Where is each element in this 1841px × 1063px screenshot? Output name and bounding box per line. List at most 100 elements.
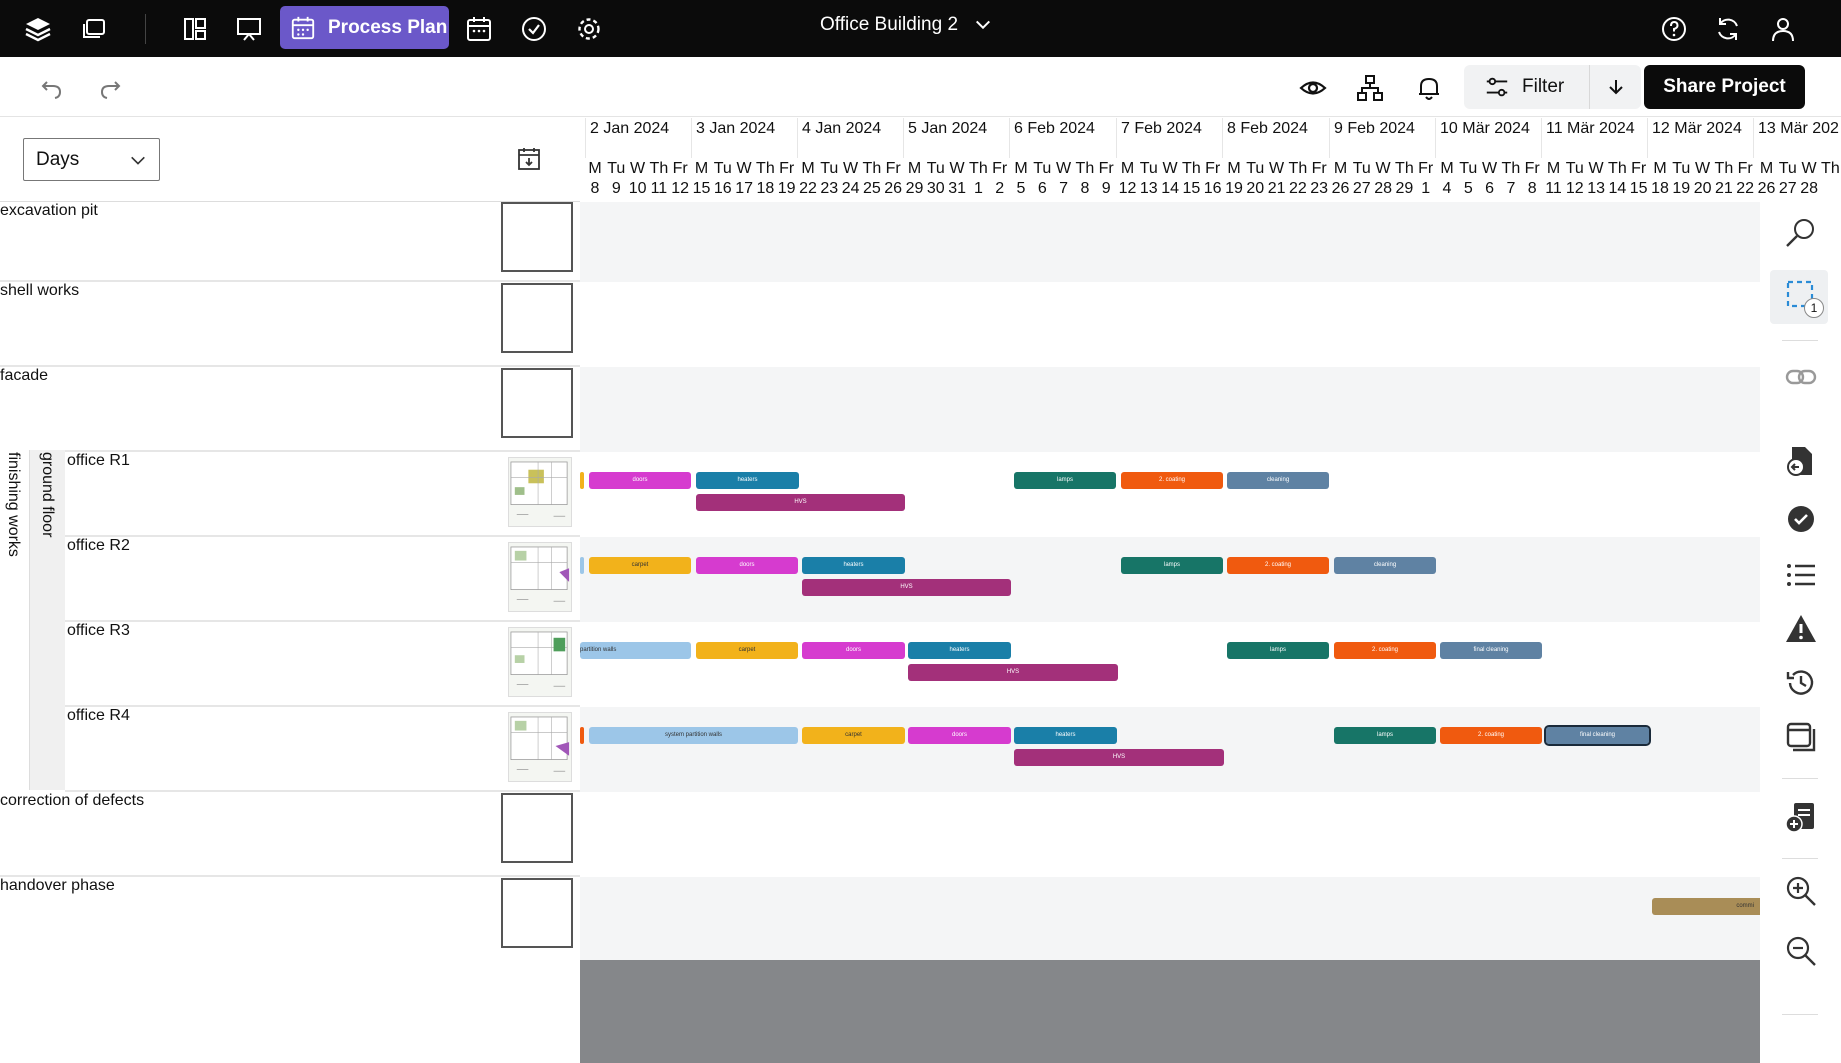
project-selector[interactable]: Office Building 2 bbox=[820, 14, 992, 36]
row-office-r4[interactable]: office R4 bbox=[65, 707, 580, 792]
hierarchy-icon[interactable] bbox=[1354, 72, 1386, 104]
schedule-calendar-icon[interactable] bbox=[460, 10, 498, 48]
row-correction-of-defects[interactable]: correction of defects bbox=[0, 792, 580, 877]
add-task-icon[interactable] bbox=[1782, 798, 1820, 836]
task-bar-system-partition-walls[interactable]: system partition walls bbox=[589, 727, 798, 744]
layers-logo-icon[interactable] bbox=[19, 10, 57, 48]
task-bar-prev-r4[interactable] bbox=[580, 727, 584, 744]
row-office-r2[interactable]: office R2 bbox=[65, 537, 580, 622]
row-office-r1[interactable]: office R1 bbox=[65, 452, 580, 537]
arrow-down-icon bbox=[1608, 80, 1623, 95]
floor-plan-thumbnail[interactable] bbox=[508, 627, 572, 697]
task-bar-heaters[interactable]: heaters bbox=[908, 642, 1011, 659]
timeline-day-number: 21 bbox=[1267, 180, 1286, 197]
row-thumbnail[interactable] bbox=[501, 368, 573, 438]
task-bar-cleaning[interactable]: cleaning bbox=[1227, 472, 1329, 489]
task-bar-commissioning[interactable]: commi bbox=[1652, 898, 1760, 915]
group-finishing-works[interactable]: finishing works bbox=[0, 450, 30, 790]
task-bar-heaters[interactable]: heaters bbox=[802, 557, 905, 574]
task-bar-heaters[interactable]: heaters bbox=[1014, 727, 1117, 744]
check-circle-icon[interactable] bbox=[515, 10, 553, 48]
floor-plan-thumbnail[interactable] bbox=[508, 457, 572, 527]
zoom-in-icon[interactable] bbox=[1782, 872, 1820, 910]
timeline-date-divider bbox=[1009, 118, 1010, 158]
time-scale-select[interactable]: Days bbox=[23, 138, 160, 181]
task-bar-coating[interactable]: 2. coating bbox=[1121, 472, 1223, 489]
bell-icon[interactable] bbox=[1413, 72, 1445, 104]
sync-icon[interactable] bbox=[1709, 10, 1747, 48]
help-icon[interactable] bbox=[1655, 10, 1693, 48]
gear-icon[interactable] bbox=[570, 10, 608, 48]
undo-icon[interactable] bbox=[36, 72, 68, 104]
gantt-canvas[interactable]: doors heaters HVS lamps 2. coating clean… bbox=[580, 202, 1760, 962]
task-bar-hvs[interactable]: HVS bbox=[802, 579, 1011, 596]
row-label: excavation pit bbox=[0, 202, 98, 219]
task-bar-doors[interactable]: doors bbox=[696, 557, 798, 574]
dashboard-layout-icon[interactable] bbox=[176, 10, 214, 48]
task-bar-final-cleaning-selected[interactable]: final cleaning bbox=[1544, 725, 1651, 746]
user-icon[interactable] bbox=[1764, 10, 1802, 48]
floor-plan-image bbox=[510, 716, 570, 772]
row-handover-phase[interactable]: handover phase bbox=[0, 877, 580, 962]
presentation-icon[interactable] bbox=[230, 10, 268, 48]
link-icon[interactable] bbox=[1782, 358, 1820, 396]
group-ground-floor[interactable]: ground floor bbox=[30, 450, 65, 790]
task-bar-partition-walls[interactable]: partition walls bbox=[580, 642, 691, 659]
task-bar-hvs[interactable]: HVS bbox=[908, 664, 1118, 681]
row-office-r3[interactable]: office R3 bbox=[65, 622, 580, 707]
task-bar-doors[interactable]: doors bbox=[589, 472, 691, 489]
task-bar-carpet[interactable]: carpet bbox=[589, 557, 691, 574]
filter-dropdown-button[interactable] bbox=[1589, 65, 1641, 109]
task-bar-coating[interactable]: 2. coating bbox=[1440, 727, 1542, 744]
task-bar-lamps[interactable]: lamps bbox=[1121, 557, 1223, 574]
process-plan-tab[interactable]: Process Plan bbox=[280, 6, 449, 49]
row-thumbnail[interactable] bbox=[501, 283, 573, 353]
task-bar-lamps[interactable]: lamps bbox=[1334, 727, 1436, 744]
jump-to-today-icon[interactable] bbox=[516, 146, 542, 172]
task-bar-cleaning[interactable]: cleaning bbox=[1334, 557, 1436, 574]
row-thumbnail[interactable] bbox=[501, 202, 573, 272]
row-shell-works[interactable]: shell works bbox=[0, 282, 580, 367]
history-icon[interactable] bbox=[1782, 664, 1820, 702]
document-import-icon[interactable] bbox=[1782, 442, 1820, 480]
timeline-date-label: 6 Feb 2024 bbox=[1014, 120, 1095, 137]
zoom-out-icon[interactable] bbox=[1782, 932, 1820, 970]
projects-icon[interactable] bbox=[75, 10, 113, 48]
task-bar-carpet[interactable]: carpet bbox=[802, 727, 905, 744]
row-facade[interactable]: facade bbox=[0, 367, 580, 452]
timeline-date-divider bbox=[1329, 118, 1330, 158]
floor-plan-thumbnail[interactable] bbox=[508, 542, 572, 612]
task-bar-carpet[interactable]: carpet bbox=[696, 642, 798, 659]
share-project-button[interactable]: Share Project bbox=[1644, 65, 1805, 109]
warning-icon[interactable] bbox=[1782, 610, 1820, 648]
task-bar-partition-r2[interactable] bbox=[580, 557, 584, 574]
eye-icon[interactable] bbox=[1297, 72, 1329, 104]
task-bar-hvs[interactable]: HVS bbox=[696, 494, 905, 511]
task-bar-hvs[interactable]: HVS bbox=[1014, 749, 1224, 766]
task-bar-carpet-r1[interactable] bbox=[580, 472, 584, 489]
row-excavation-pit[interactable]: excavation pit bbox=[0, 202, 580, 282]
search-icon[interactable] bbox=[1782, 214, 1820, 252]
divider bbox=[1782, 340, 1818, 341]
check-badge-icon[interactable] bbox=[1782, 500, 1820, 538]
timeline-date-label: 7 Feb 2024 bbox=[1121, 120, 1202, 137]
floor-plan-thumbnail[interactable] bbox=[508, 712, 572, 782]
timeline-day-number: 15 bbox=[1182, 180, 1201, 197]
timeline-day-number: 29 bbox=[905, 180, 924, 197]
task-bar-doors[interactable]: doors bbox=[802, 642, 905, 659]
task-bar-coating[interactable]: 2. coating bbox=[1227, 557, 1329, 574]
row-thumbnail[interactable] bbox=[501, 793, 573, 863]
task-bar-lamps[interactable]: lamps bbox=[1014, 472, 1116, 489]
list-icon[interactable] bbox=[1782, 556, 1820, 594]
row-thumbnail[interactable] bbox=[501, 878, 573, 948]
task-bar-lamps[interactable]: lamps bbox=[1227, 642, 1329, 659]
row-label: office R1 bbox=[67, 452, 130, 469]
filter-button[interactable]: Filter bbox=[1464, 65, 1599, 109]
task-bar-doors[interactable]: doors bbox=[908, 727, 1011, 744]
task-bar-heaters[interactable]: heaters bbox=[696, 472, 799, 489]
window-stack-icon[interactable] bbox=[1782, 718, 1820, 756]
task-bar-final-cleaning[interactable]: final cleaning bbox=[1440, 642, 1542, 659]
task-bar-coating[interactable]: 2. coating bbox=[1334, 642, 1436, 659]
timeline-weekday-label: Tu bbox=[820, 160, 839, 177]
redo-icon[interactable] bbox=[94, 72, 126, 104]
